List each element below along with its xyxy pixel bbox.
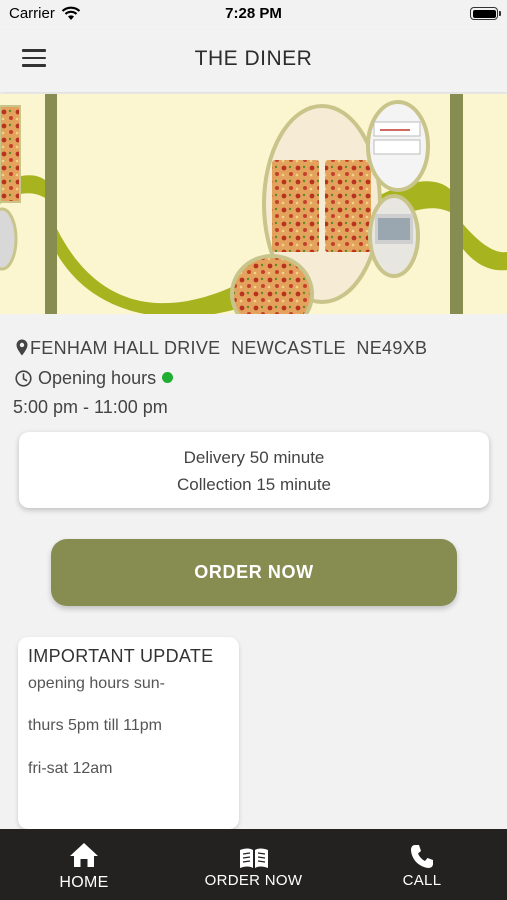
address-street: FENHAM HALL DRIVE xyxy=(30,338,221,358)
hero-banner xyxy=(0,94,507,314)
address-postcode: NE49XB xyxy=(356,338,428,358)
update-line: fri-sat 12am xyxy=(28,760,113,777)
bottom-tab-bar: HOME ORDER NOW CALL xyxy=(0,829,507,900)
tab-call[interactable]: CALL xyxy=(384,829,460,900)
tab-order-now-label: ORDER NOW xyxy=(204,872,303,889)
status-bar: Carrier 7:28 PM xyxy=(0,0,507,30)
opening-hours-times: 5:00 pm - 11:00 pm xyxy=(13,397,168,417)
open-status-dot xyxy=(162,372,174,383)
tab-home-label: HOME xyxy=(59,874,109,891)
update-title: IMPORTANT UPDATE xyxy=(28,646,214,666)
tab-home[interactable]: HOME xyxy=(22,829,146,900)
map-pin-icon xyxy=(16,339,28,356)
opening-hours-row: Opening hours xyxy=(15,368,174,389)
home-icon xyxy=(70,843,98,867)
important-update-card: IMPORTANT UPDATE opening hours sun- thur… xyxy=(18,637,239,829)
delivery-time: Delivery 50 minute xyxy=(183,448,325,467)
open-book-icon xyxy=(239,848,268,868)
clock-time: 7:28 PM xyxy=(225,5,282,22)
app-header: THE DINER xyxy=(0,30,507,92)
clock-icon xyxy=(15,370,32,387)
update-line: thurs 5pm till 11pm xyxy=(28,717,162,734)
opening-hours-label: Opening hours xyxy=(38,368,157,388)
tab-order-now[interactable]: ORDER NOW xyxy=(190,829,317,900)
order-now-button[interactable]: ORDER NOW xyxy=(51,539,457,606)
banner-image xyxy=(0,94,507,314)
tab-call-label: CALL xyxy=(402,872,442,889)
address-row: FENHAM HALL DRIVE NEWCASTLE NE49XB xyxy=(16,338,427,359)
battery-icon xyxy=(470,7,501,20)
phone-icon xyxy=(411,845,433,868)
address-city: NEWCASTLE xyxy=(231,338,346,358)
update-line: opening hours sun- xyxy=(28,675,165,692)
service-times-card: Delivery 50 minute Collection 15 minute xyxy=(19,432,489,508)
collection-time: Collection 15 minute xyxy=(176,475,332,494)
page-title: THE DINER xyxy=(194,47,313,70)
